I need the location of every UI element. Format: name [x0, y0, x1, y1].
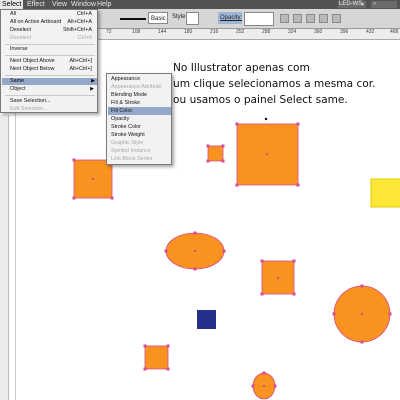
orange-square-selected[interactable] — [206, 144, 225, 163]
menu-item-save-selection[interactable]: Save Selection... — [10, 98, 96, 105]
submenu-arrow-icon: ▶ — [91, 78, 95, 84]
submenu-item-graphic-style: Graphic Style — [111, 140, 144, 146]
submenu-item-symbol-instance: Symbol Instance — [111, 148, 151, 154]
caption-line: No Illustrator apenas com — [173, 62, 310, 74]
submenu-item-stroke-color[interactable]: Stroke Color — [111, 123, 171, 131]
menu-item-same[interactable]: Same ▶ — [2, 78, 97, 85]
menu-item-inverse[interactable]: Inverse — [10, 46, 96, 53]
submenu-arrow-icon: ▶ — [90, 86, 94, 92]
menu-item-edit-selection: Edit Selection... — [10, 106, 48, 112]
same-submenu: Appearance Appearance Attribute Blending… — [106, 73, 172, 165]
orange-ellipse-selected[interactable] — [251, 371, 277, 400]
menu-item-all[interactable]: All Ctrl+A — [10, 11, 96, 18]
submenu-item-appearance[interactable]: Appearance — [111, 75, 171, 83]
orange-circle-selected[interactable] — [332, 284, 392, 344]
menu-separator — [5, 75, 95, 76]
blue-square[interactable] — [197, 310, 216, 329]
submenu-item-fill-color[interactable]: Fill Color — [108, 107, 171, 115]
menu-item-reselect: Reselect Ctrl+6 — [10, 35, 92, 41]
orange-square-selected[interactable] — [143, 344, 170, 371]
orange-ellipse-selected[interactable] — [164, 231, 226, 271]
tutorial-caption: No Illustrator apenas com um clique sele… — [173, 60, 393, 108]
submenu-item-blending-mode[interactable]: Blending Mode — [111, 91, 171, 99]
menu-item-object[interactable]: Object ▶ — [10, 86, 96, 93]
menu-item-deselect[interactable]: Deselect Shift+Ctrl+A — [10, 27, 96, 34]
caption-line: ou usamos o painel Select same. — [173, 94, 348, 106]
menu-item-next-below[interactable]: Next Object Below Alt+Ctrl+[ — [10, 66, 96, 73]
yellow-square[interactable] — [370, 178, 400, 208]
menu-item-next-above[interactable]: Next Object Above Alt+Ctrl+] — [10, 58, 96, 65]
orange-square-selected[interactable] — [235, 122, 300, 187]
menu-separator — [5, 55, 95, 56]
caption-line: um clique selecionamos a mesma cor. — [173, 78, 376, 90]
rotate-origin-dot — [264, 117, 268, 121]
menu-separator — [5, 95, 95, 96]
submenu-item-fill-stroke[interactable]: Fill & Stroke — [111, 99, 171, 107]
submenu-item-stroke-weight[interactable]: Stroke Weight — [111, 131, 171, 139]
orange-square-selected[interactable] — [260, 259, 296, 296]
submenu-item-opacity[interactable]: Opacity — [111, 115, 171, 123]
menu-item-all-on-artboard[interactable]: All on Active Artboard Alt+Ctrl+A — [10, 19, 96, 26]
submenu-item-appearance-attribute: Appearance Attribute — [111, 84, 162, 90]
menu-separator — [5, 44, 95, 45]
submenu-item-link-block-series: Link Block Series — [111, 156, 153, 162]
select-menu: All Ctrl+A All on Active Artboard Alt+Ctrl… — [0, 9, 98, 113]
